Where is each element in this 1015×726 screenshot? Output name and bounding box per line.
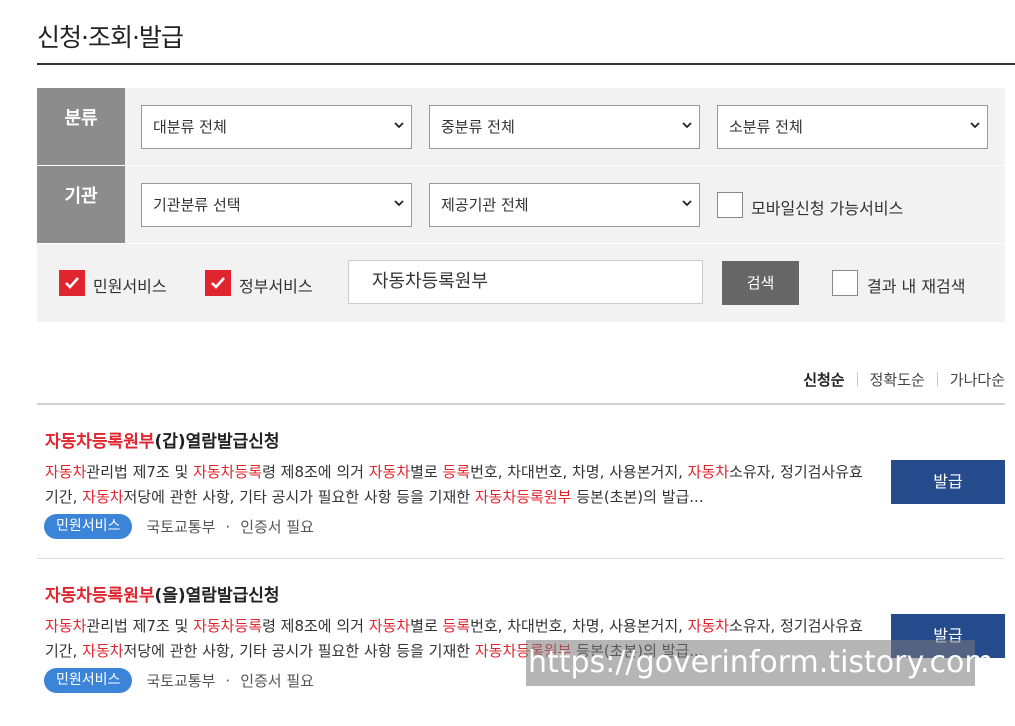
result-title-rest: (갑)열람발급신청 <box>154 432 280 452</box>
checkmark-icon <box>211 277 225 289</box>
research-checkbox[interactable] <box>832 270 858 296</box>
provider-agency-select[interactable]: 제공기관 전체 <box>429 183 700 227</box>
page-title: 신청·조회·발급 <box>37 23 184 52</box>
result-agency: 국토교통부 <box>146 518 216 536</box>
keyword-highlight: 자동차 <box>687 463 730 481</box>
certificate-requirement: 인증서 필요 <box>240 518 314 536</box>
search-row: 민원서비스 정부서비스 자동차등록원부 검색 결과 내 재검색 <box>37 244 1005 322</box>
description-text: 령 제8조에 의거 <box>262 617 369 635</box>
keyword-highlight: 등록 <box>442 463 471 481</box>
result-title[interactable]: 자동차등록원부(갑)열람발급신청 <box>45 427 280 452</box>
keyword-highlight: 자동차 <box>45 463 87 481</box>
category-label: 분류 <box>37 88 125 165</box>
chevron-down-icon <box>970 122 980 129</box>
keyword-highlight: 자동차 <box>368 617 411 635</box>
description-text: 관리법 제7조 및 <box>86 463 194 481</box>
description-text: 번호, 차대번호, 차명, 사용본거지, <box>470 617 688 635</box>
keyword-highlight: 자동차 <box>45 617 87 635</box>
result-item: 자동차등록원부(을)열람발급신청 자동차관리법 제7조 및 자동차등록령 제8조… <box>37 559 1005 713</box>
middle-category-select[interactable]: 중분류 전체 <box>429 105 700 149</box>
service-type-badge: 민원서비스 <box>44 668 133 693</box>
agency-type-value: 기관분류 선택 <box>153 196 241 214</box>
minor-category-value: 소분류 전체 <box>729 118 803 136</box>
agency-label: 기관 <box>37 166 125 243</box>
chevron-down-icon <box>682 122 692 129</box>
description-text: 저당에 관한 사항, 기타 공시가 필요한 사항 등을 기재한 <box>123 642 475 660</box>
search-button[interactable]: 검색 <box>722 261 799 305</box>
keyword-highlight: 자동차 <box>82 642 124 660</box>
keyword-highlight: 자동차등록 <box>193 463 263 481</box>
gov-service-checkbox[interactable] <box>205 270 231 296</box>
mobile-service-checkbox[interactable] <box>717 192 743 218</box>
result-item: 자동차등록원부(갑)열람발급신청 자동차관리법 제7조 및 자동차등록령 제8조… <box>37 405 1005 559</box>
description-text: 령 제8조에 의거 <box>262 463 369 481</box>
description-text: 저당에 관한 사항, 기타 공시가 필요한 사항 등을 기재한 <box>123 488 475 506</box>
keyword-highlight: 등록 <box>442 617 471 635</box>
sort-by-accuracy[interactable]: 정확도순 <box>870 369 925 390</box>
provider-agency-value: 제공기관 전체 <box>441 196 529 214</box>
result-title-rest: (을)열람발급신청 <box>154 586 280 606</box>
chevron-down-icon <box>682 200 692 207</box>
certificate-requirement: 인증서 필요 <box>240 672 314 690</box>
watermark: https://goverinform.tistory.com <box>526 640 994 686</box>
major-category-select[interactable]: 대분류 전체 <box>141 105 412 149</box>
description-text: 별로 <box>410 463 443 481</box>
sort-divider <box>856 372 858 386</box>
search-filter-panel: 분류 대분류 전체 중분류 전체 소분류 전체 기관 기관분류 선택 제공기관 … <box>37 88 1005 322</box>
civil-service-checkbox[interactable] <box>59 270 85 296</box>
result-meta: 민원서비스 국토교통부 · 인증서 필요 <box>44 514 314 539</box>
middle-category-value: 중분류 전체 <box>441 118 515 136</box>
mobile-service-label: 모바일신청 가능서비스 <box>751 199 904 218</box>
issue-button[interactable]: 발급 <box>891 460 1005 504</box>
description-text: 등본(초본)의 발급... <box>571 488 704 506</box>
chevron-down-icon <box>394 200 404 207</box>
sort-by-application[interactable]: 신청순 <box>803 369 844 390</box>
chevron-down-icon <box>394 122 404 129</box>
meta-separator: · <box>225 517 231 536</box>
result-description: 자동차관리법 제7조 및 자동차등록령 제8조에 의거 자동차별로 등록번호, … <box>45 460 875 510</box>
result-title-keyword: 자동차등록원부 <box>45 432 155 452</box>
keyword-highlight: 자동차 <box>368 463 411 481</box>
gov-service-label: 정부서비스 <box>239 277 313 296</box>
sort-divider <box>936 372 938 386</box>
description-text: 별로 <box>410 617 443 635</box>
minor-category-select[interactable]: 소분류 전체 <box>717 105 988 149</box>
keyword-highlight: 자동차 <box>687 617 730 635</box>
sort-options: 신청순 정확도순 가나다순 <box>803 369 1005 390</box>
category-filter-row: 분류 대분류 전체 중분류 전체 소분류 전체 <box>37 88 1005 166</box>
service-type-badge: 민원서비스 <box>44 514 133 539</box>
keyword-highlight: 자동차등록 <box>193 617 263 635</box>
agency-type-select[interactable]: 기관분류 선택 <box>141 183 412 227</box>
agency-filter-row: 기관 기관분류 선택 제공기관 전체 모바일신청 가능서비스 <box>37 166 1005 244</box>
research-label: 결과 내 재검색 <box>867 277 966 296</box>
result-title-keyword: 자동차등록원부 <box>45 586 155 606</box>
search-input[interactable]: 자동차등록원부 <box>348 260 703 304</box>
keyword-highlight: 자동차 <box>82 488 124 506</box>
major-category-value: 대분류 전체 <box>153 118 227 136</box>
result-title[interactable]: 자동차등록원부(을)열람발급신청 <box>45 581 280 606</box>
result-meta: 민원서비스 국토교통부 · 인증서 필요 <box>44 668 314 693</box>
keyword-highlight: 자동차등록원부 <box>474 488 572 506</box>
checkmark-icon <box>65 277 79 289</box>
description-text: 관리법 제7조 및 <box>86 617 194 635</box>
title-divider <box>37 63 1015 65</box>
civil-service-label: 민원서비스 <box>93 277 167 296</box>
sort-by-alphabet[interactable]: 가나다순 <box>950 369 1005 390</box>
description-text: 번호, 차대번호, 차명, 사용본거지, <box>470 463 688 481</box>
result-agency: 국토교통부 <box>146 672 216 690</box>
meta-separator: · <box>225 671 231 690</box>
